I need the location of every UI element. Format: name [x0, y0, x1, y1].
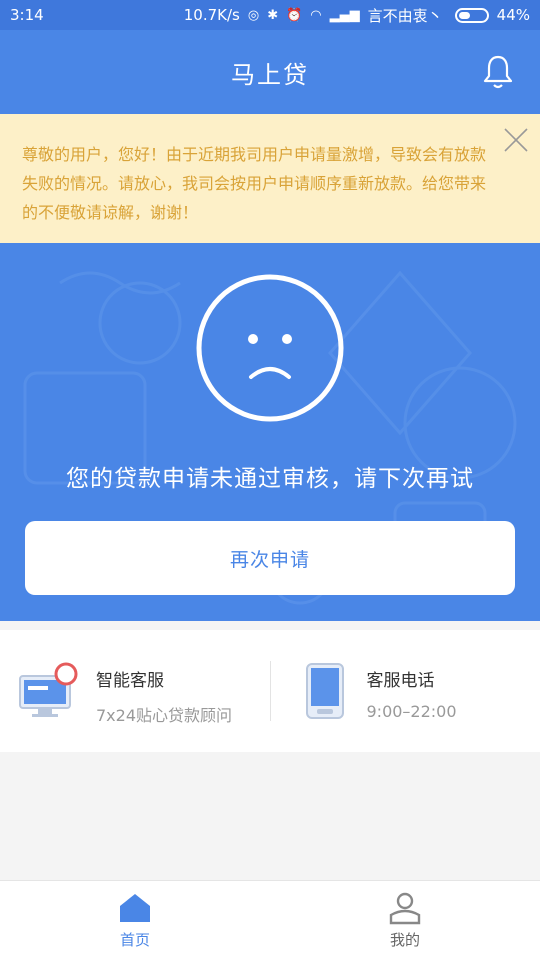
status-right: 10.7K/s ◎ ✱ ⏰ ◠ ▂▄▆ 言不由衷丶 44%: [184, 5, 530, 26]
wifi-icon: ◠: [310, 7, 322, 23]
smart-service-subtitle: 7x24贴心贷款顾问: [96, 706, 233, 725]
user-icon: [389, 892, 421, 925]
battery-percent: 44%: [496, 6, 530, 24]
service-card: 智能客服 7x24贴心贷款顾问 客服电话 9:00–22:00: [0, 630, 540, 752]
tab-home-label: 首页: [119, 931, 150, 949]
status-bar: 3:14 10.7K/s ◎ ✱ ⏰ ◠ ▂▄▆ 言不由衷丶 44%: [0, 0, 540, 30]
phone-service-item[interactable]: 客服电话 9:00–22:00: [271, 630, 540, 752]
sad-face-icon: [196, 274, 344, 422]
bell-icon[interactable]: [482, 54, 514, 90]
battery-icon: [454, 7, 489, 23]
computer-chat-icon: [19, 662, 78, 717]
bottom-tab-bar: 首页 我的: [0, 880, 540, 960]
reapply-button[interactable]: 再次申请: [25, 521, 515, 595]
home-icon: [120, 894, 150, 922]
network-speed: 10.7K/s: [183, 6, 240, 24]
bluetooth-icon: ✱: [267, 7, 279, 23]
smart-service-title: 智能客服: [96, 671, 164, 691]
notice-banner: 尊敬的用户，您好！由于近期我司用户申请量激增，导致会有放款失败的情况。请放心，我…: [0, 114, 540, 243]
phone-service-title: 客服电话: [366, 671, 435, 691]
smart-service-item[interactable]: 智能客服 7x24贴心贷款顾问: [0, 630, 270, 752]
tab-home[interactable]: 首页: [0, 881, 270, 960]
notice-text: 尊敬的用户，您好！由于近期我司用户申请量激增，导致会有放款失败的情况。请放心，我…: [22, 145, 487, 222]
result-message: 您的贷款申请未通过审核，请下次再试: [66, 466, 474, 492]
close-icon[interactable]: [502, 126, 530, 154]
page-title: 马上贷: [231, 60, 309, 89]
tab-mine-label: 我的: [389, 931, 420, 949]
result-panel: 您的贷款申请未通过审核，请下次再试 再次申请: [0, 243, 540, 621]
phone-service-hours: 9:00–22:00: [366, 702, 457, 721]
alarm-icon: ⏰: [286, 7, 303, 23]
phone-icon: [305, 663, 344, 719]
tab-mine[interactable]: 我的: [270, 881, 540, 960]
signal-icon: ▂▄▆: [329, 7, 360, 23]
app-header: 马上贷: [0, 30, 540, 114]
carrier-name: 言不由衷丶: [367, 6, 443, 25]
status-time: 3:14: [10, 6, 44, 24]
hotspot-icon: ◎: [247, 7, 260, 23]
